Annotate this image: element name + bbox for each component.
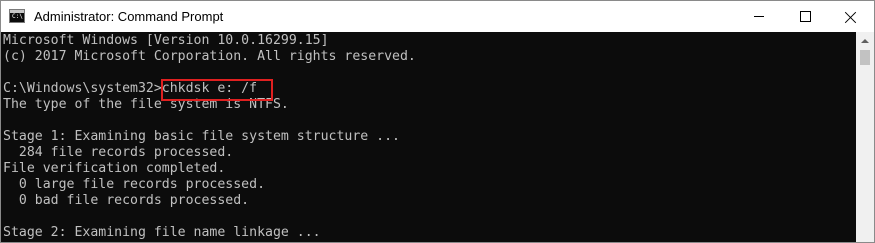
console-line: Microsoft Windows [Version 10.0.16299.15… xyxy=(3,33,329,48)
scroll-up-button[interactable] xyxy=(856,32,874,49)
close-icon xyxy=(845,11,857,23)
maximize-button[interactable] xyxy=(782,1,828,32)
command-highlight-box xyxy=(161,79,273,101)
vertical-scrollbar[interactable] xyxy=(856,32,874,242)
console-line: Stage 1: Examining basic file system str… xyxy=(3,129,400,144)
window-title: Administrator: Command Prompt xyxy=(34,9,224,24)
minimize-button[interactable] xyxy=(736,1,782,32)
minimize-icon xyxy=(754,16,764,17)
close-button[interactable] xyxy=(828,1,874,32)
console-line: Stage 2: Examining file name linkage ... xyxy=(3,225,321,240)
console-output[interactable]: Microsoft Windows [Version 10.0.16299.15… xyxy=(1,32,856,242)
cmd-icon[interactable]: C:\ xyxy=(9,9,25,23)
title-bar[interactable]: C:\ Administrator: Command Prompt xyxy=(1,1,874,32)
console-line: 284 file records processed. xyxy=(3,145,234,160)
command-prompt-window: C:\ Administrator: Command Prompt Micros… xyxy=(0,0,875,243)
console-line: (c) 2017 Microsoft Corporation. All righ… xyxy=(3,49,416,64)
console-line: File verification completed. xyxy=(3,161,226,176)
cmd-icon-glyph: C:\ xyxy=(12,13,23,20)
arrow-up-icon xyxy=(861,38,869,43)
console-line: 0 bad file records processed. xyxy=(3,193,250,208)
console-line: 0 large file records processed. xyxy=(3,177,266,192)
scroll-thumb[interactable] xyxy=(860,50,870,65)
maximize-icon xyxy=(799,11,811,22)
